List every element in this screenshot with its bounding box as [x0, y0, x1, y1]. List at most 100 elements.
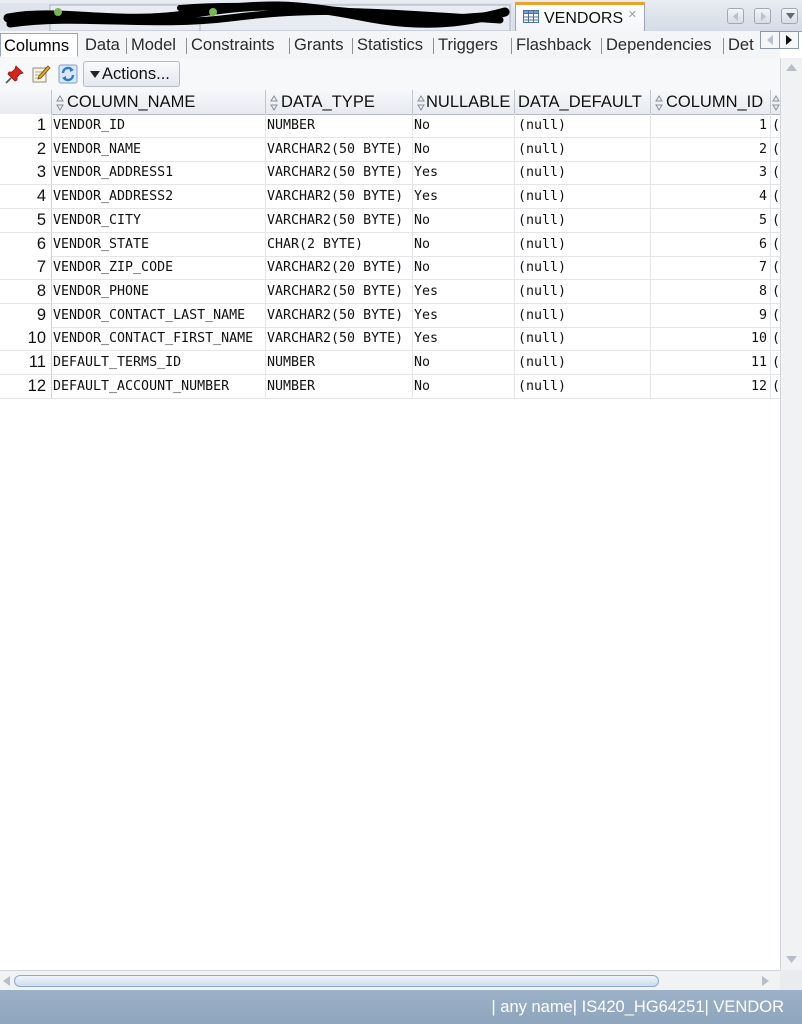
cell-nullable[interactable]: Yes: [413, 303, 515, 327]
cell-nullable[interactable]: No: [413, 232, 515, 256]
cell-data-default[interactable]: (null): [515, 232, 651, 256]
cell-nullable[interactable]: Yes: [413, 161, 515, 185]
table-row[interactable]: 11 DEFAULT_TERMS_ID NUMBER No (null) 11(: [0, 351, 780, 375]
cell-column-name[interactable]: VENDOR_ID: [52, 114, 266, 137]
subtab-model[interactable]: Model: [128, 33, 179, 57]
cell-nullable[interactable]: Yes: [413, 327, 515, 351]
cell-column-name[interactable]: VENDOR_STATE: [52, 232, 266, 256]
cell-data-default[interactable]: (null): [515, 161, 651, 185]
horizontal-scrollbar[interactable]: [0, 970, 780, 990]
cell-column-name[interactable]: VENDOR_ZIP_CODE: [52, 256, 266, 280]
table-row[interactable]: 2 VENDOR_NAME VARCHAR2(50 BYTE) No (null) 2(: [0, 137, 780, 162]
subtab-statistics[interactable]: Statistics: [354, 33, 426, 57]
header-column-id[interactable]: COLUMN_ID: [651, 90, 771, 114]
table-row[interactable]: 5 VENDOR_CITY VARCHAR2(50 BYTE) No (null) 5(: [0, 208, 780, 233]
cell-column-id[interactable]: 9: [651, 303, 771, 327]
cell-data-default[interactable]: (null): [515, 208, 651, 232]
cell-next-column-clipped[interactable]: (: [771, 138, 780, 161]
cell-data-type[interactable]: VARCHAR2(50 BYTE): [266, 137, 413, 161]
cell-data-type[interactable]: NUMBER: [266, 374, 413, 398]
cell-data-default[interactable]: (null): [515, 279, 651, 303]
cell-data-default[interactable]: (null): [515, 137, 651, 161]
table-row[interactable]: 4 VENDOR_ADDRESS2 VARCHAR2(50 BYTE) Yes (nul…: [0, 185, 780, 210]
scroll-left-icon[interactable]: [3, 976, 10, 986]
cell-nullable[interactable]: No: [413, 374, 515, 398]
cell-nullable[interactable]: No: [413, 351, 515, 374]
subtab-dependencies[interactable]: Dependencies: [603, 33, 715, 57]
row-number[interactable]: 4: [0, 185, 52, 209]
cell-column-name[interactable]: VENDOR_CONTACT_FIRST_NAME: [52, 327, 266, 351]
cell-column-name[interactable]: VENDOR_NAME: [52, 137, 266, 161]
header-data-default[interactable]: DATA_DEFAULT: [515, 90, 651, 114]
table-row[interactable]: 1 VENDOR_ID NUMBER No (null) 1(: [0, 114, 780, 138]
subtab-constraints[interactable]: Constraints: [188, 33, 277, 57]
cell-data-type[interactable]: VARCHAR2(50 BYTE): [266, 185, 413, 209]
tab-vendors[interactable]: VENDORS ✕: [515, 2, 645, 31]
row-number[interactable]: 8: [0, 279, 52, 303]
cell-next-column-clipped[interactable]: (: [771, 233, 780, 256]
row-number[interactable]: 5: [0, 208, 52, 232]
cell-next-column-clipped[interactable]: (: [771, 304, 780, 327]
cell-column-id[interactable]: 7: [651, 256, 771, 280]
cell-column-id[interactable]: 12: [651, 374, 771, 398]
scroll-up-icon[interactable]: [786, 64, 797, 71]
table-row[interactable]: 10 VENDOR_CONTACT_FIRST_NAME VARCHAR2(50 B…: [0, 327, 780, 352]
cell-data-type[interactable]: VARCHAR2(20 BYTE): [266, 256, 413, 280]
table-row[interactable]: 9 VENDOR_CONTACT_LAST_NAME VARCHAR2(50 BYT…: [0, 303, 780, 328]
cell-data-default[interactable]: (null): [515, 303, 651, 327]
tab-scroll-right-button[interactable]: [754, 8, 771, 24]
cell-next-column-clipped[interactable]: (: [771, 185, 780, 208]
cell-nullable[interactable]: No: [413, 208, 515, 232]
subtab-flashback[interactable]: Flashback: [513, 33, 594, 57]
cell-data-type[interactable]: NUMBER: [266, 351, 413, 374]
subtab-scroll-left-button[interactable]: [760, 31, 780, 49]
table-row[interactable]: 7 VENDOR_ZIP_CODE VARCHAR2(20 BYTE) No (null…: [0, 256, 780, 281]
cell-column-id[interactable]: 5: [651, 208, 771, 232]
refresh-icon[interactable]: [58, 64, 78, 84]
cell-data-type[interactable]: VARCHAR2(50 BYTE): [266, 303, 413, 327]
cell-nullable[interactable]: Yes: [413, 279, 515, 303]
cell-next-column-clipped[interactable]: (: [771, 351, 780, 374]
row-number[interactable]: 1: [0, 114, 52, 137]
row-number[interactable]: 7: [0, 256, 52, 280]
vertical-scrollbar[interactable]: [780, 58, 802, 970]
pin-icon[interactable]: [5, 64, 25, 84]
cell-data-default[interactable]: (null): [515, 374, 651, 398]
row-number[interactable]: 3: [0, 161, 52, 185]
cell-data-type[interactable]: VARCHAR2(50 BYTE): [266, 279, 413, 303]
row-number[interactable]: 10: [0, 327, 52, 351]
cell-next-column-clipped[interactable]: (: [771, 375, 780, 398]
cell-column-id[interactable]: 6: [651, 232, 771, 256]
cell-column-name[interactable]: VENDOR_PHONE: [52, 279, 266, 303]
table-row[interactable]: 8 VENDOR_PHONE VARCHAR2(50 BYTE) Yes (null) 8…: [0, 279, 780, 304]
row-number[interactable]: 11: [0, 351, 52, 374]
subtab-scroll-right-button[interactable]: [779, 31, 799, 49]
row-number[interactable]: 6: [0, 232, 52, 256]
cell-data-type[interactable]: NUMBER: [266, 114, 413, 137]
cell-nullable[interactable]: No: [413, 256, 515, 280]
cell-column-name[interactable]: DEFAULT_TERMS_ID: [52, 351, 266, 374]
cell-data-type[interactable]: VARCHAR2(50 BYTE): [266, 161, 413, 185]
row-number[interactable]: 12: [0, 374, 52, 398]
subtab-details[interactable]: Det: [725, 33, 757, 57]
tab-list-button[interactable]: [781, 8, 798, 24]
cell-data-default[interactable]: (null): [515, 114, 651, 137]
cell-data-type[interactable]: VARCHAR2(50 BYTE): [266, 208, 413, 232]
header-next-column[interactable]: [771, 90, 780, 114]
cell-next-column-clipped[interactable]: (: [771, 161, 780, 184]
cell-nullable[interactable]: No: [413, 114, 515, 137]
header-nullable[interactable]: NULLABLE: [413, 90, 515, 114]
table-row[interactable]: 12 DEFAULT_ACCOUNT_NUMBER NUMBER No (null) 12…: [0, 374, 780, 399]
cell-nullable[interactable]: No: [413, 137, 515, 161]
cell-data-default[interactable]: (null): [515, 351, 651, 374]
cell-data-default[interactable]: (null): [515, 185, 651, 209]
subtab-grants[interactable]: Grants: [291, 33, 347, 57]
cell-column-id[interactable]: 4: [651, 185, 771, 209]
row-number[interactable]: 9: [0, 303, 52, 327]
cell-data-default[interactable]: (null): [515, 327, 651, 351]
table-row[interactable]: 3 VENDOR_ADDRESS1 VARCHAR2(50 BYTE) Yes (nul…: [0, 161, 780, 186]
cell-column-name[interactable]: VENDOR_ADDRESS2: [52, 185, 266, 209]
cell-column-id[interactable]: 11: [651, 351, 771, 374]
cell-nullable[interactable]: Yes: [413, 185, 515, 209]
cell-data-type[interactable]: VARCHAR2(50 BYTE): [266, 327, 413, 351]
